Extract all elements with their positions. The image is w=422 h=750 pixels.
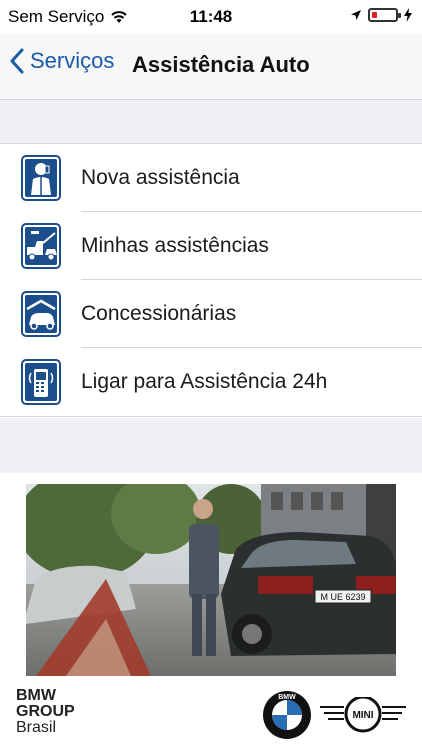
section-spacer-bottom bbox=[0, 418, 422, 473]
status-bar: Sem Serviço 11:48 bbox=[0, 0, 422, 34]
menu-item-minhas-assistencias[interactable]: Minhas assistências bbox=[0, 212, 422, 280]
menu-item-label: Nova assistência bbox=[81, 166, 240, 189]
menu-item-ligar-assistencia-24h[interactable]: Ligar para Assistência 24h bbox=[0, 348, 422, 416]
back-label: Serviços bbox=[30, 48, 115, 73]
back-button[interactable]: Serviços bbox=[10, 48, 114, 74]
mobile-phone-icon bbox=[21, 359, 61, 405]
chevron-left-icon bbox=[10, 48, 24, 74]
mini-logo-text: MINI bbox=[352, 710, 373, 721]
bmw-group-line3: Brasil bbox=[16, 719, 57, 736]
menu-item-nova-assistencia[interactable]: Nova assistência bbox=[0, 144, 422, 212]
menu-item-label: Minhas assistências bbox=[81, 234, 269, 257]
car-dealer-icon bbox=[21, 291, 61, 337]
assistance-menu: Nova assistência Minhas assistências Con… bbox=[0, 143, 422, 417]
section-spacer-top bbox=[0, 100, 422, 143]
charging-bolt-icon bbox=[404, 8, 412, 22]
bmw-group-line1: BMW bbox=[16, 687, 56, 704]
menu-item-label: Concessionárias bbox=[81, 302, 237, 325]
menu-item-concessionarias[interactable]: Concessionárias bbox=[0, 280, 422, 348]
status-right bbox=[350, 8, 412, 22]
navigation-bar: Serviços Assistência Auto bbox=[0, 34, 422, 100]
person-phone-icon bbox=[21, 155, 61, 201]
location-arrow-icon bbox=[351, 10, 361, 20]
license-plate-text: M UE 6239 bbox=[320, 592, 365, 602]
mini-logo: MINI bbox=[320, 697, 406, 733]
bmw-roundel-logo: BMW bbox=[263, 691, 311, 739]
battery-icon bbox=[368, 8, 401, 22]
page-title: Assistência Auto bbox=[132, 52, 310, 77]
bmw-logo-letters: BMW bbox=[278, 694, 296, 701]
bmw-group-brasil-logo: BMW GROUP Brasil bbox=[16, 688, 75, 736]
tow-truck-icon bbox=[21, 223, 61, 269]
bmw-group-line2: GROUP bbox=[16, 703, 75, 720]
promo-image: M UE 6239 bbox=[26, 484, 396, 676]
menu-item-label: Ligar para Assistência 24h bbox=[81, 370, 328, 393]
footer-logos: BMW GROUP Brasil BMW MINI bbox=[0, 678, 422, 750]
promo-photo: M UE 6239 bbox=[26, 484, 396, 676]
